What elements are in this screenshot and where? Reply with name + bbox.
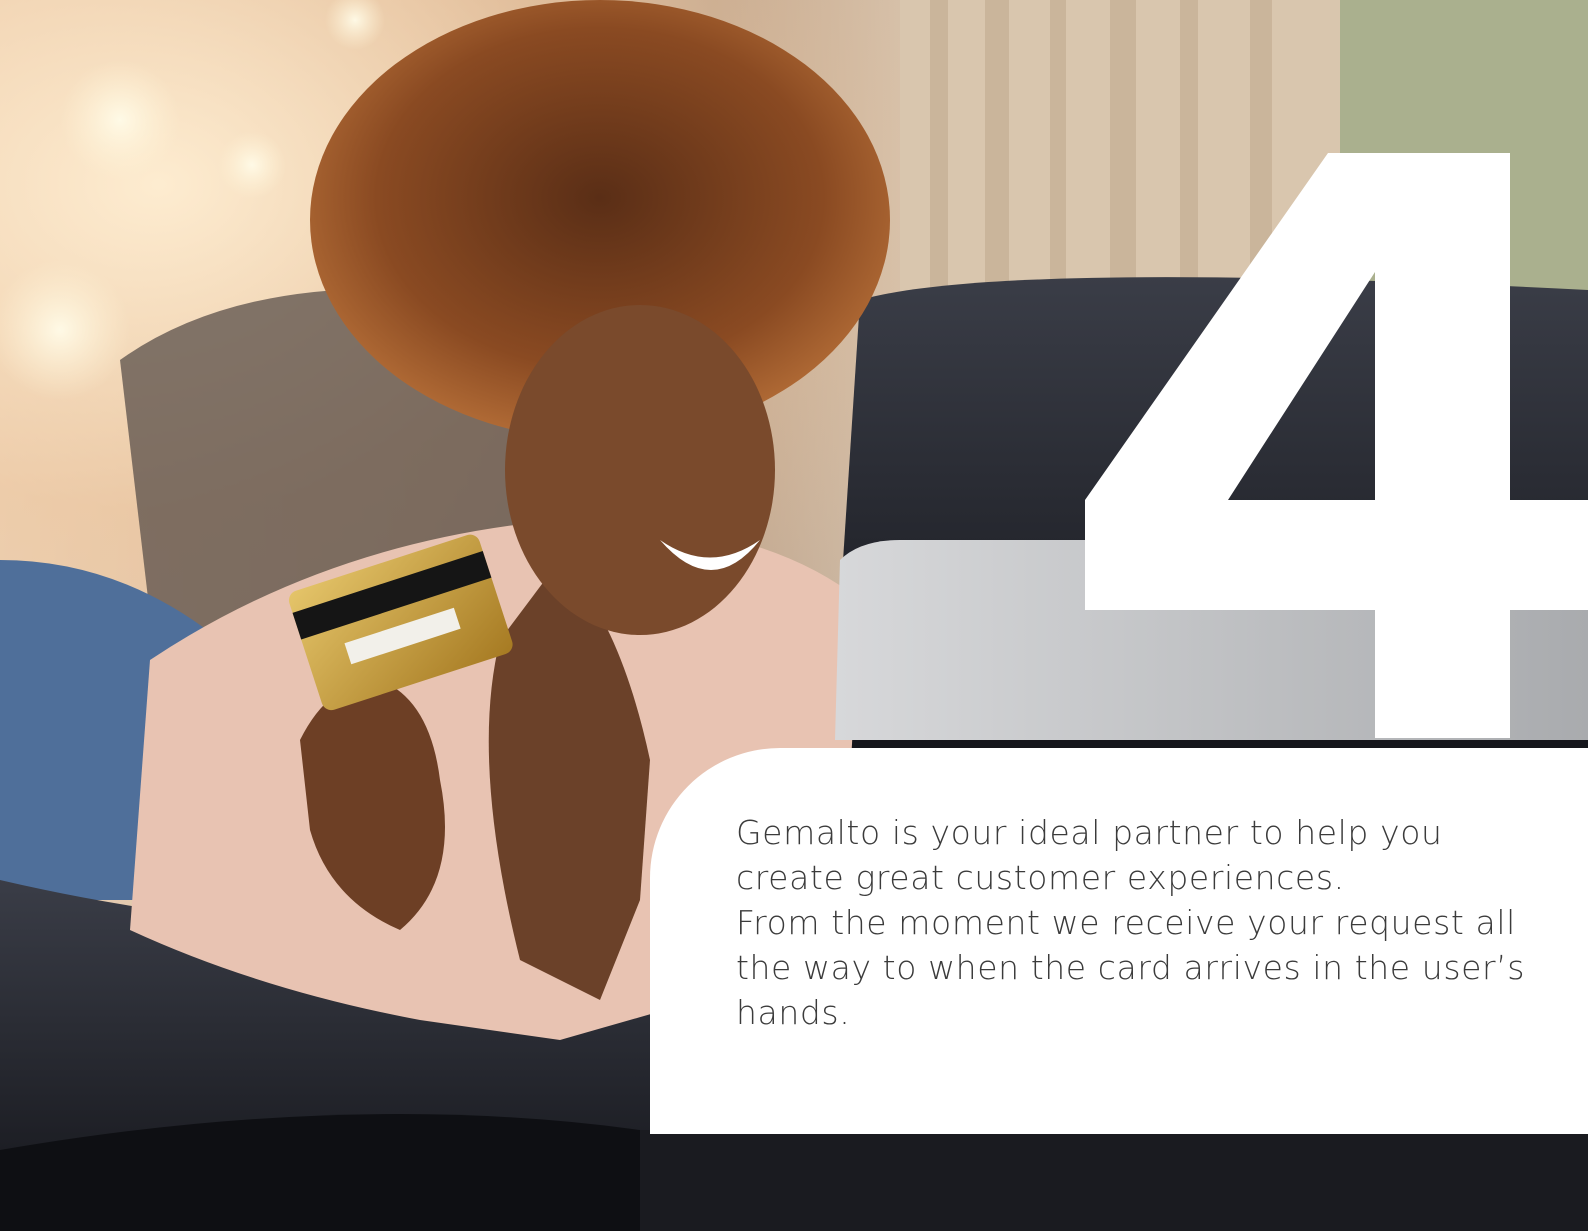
intro-paragraph: Gemalto is your ideal partner to help yo… — [736, 810, 1556, 1035]
intro-line-2: create great customer experiences. — [736, 858, 1345, 897]
intro-line-1: Gemalto is your ideal partner to help yo… — [736, 813, 1443, 852]
intro-line-3: From the moment we receive your request … — [736, 903, 1516, 942]
intro-panel: Gemalto is your ideal partner to help yo… — [650, 748, 1588, 1134]
slide-page: Gemalto is your ideal partner to help yo… — [0, 0, 1588, 1231]
intro-line-5: hands. — [736, 993, 851, 1032]
intro-line-4: the way to when the card arrives in the … — [736, 948, 1526, 987]
